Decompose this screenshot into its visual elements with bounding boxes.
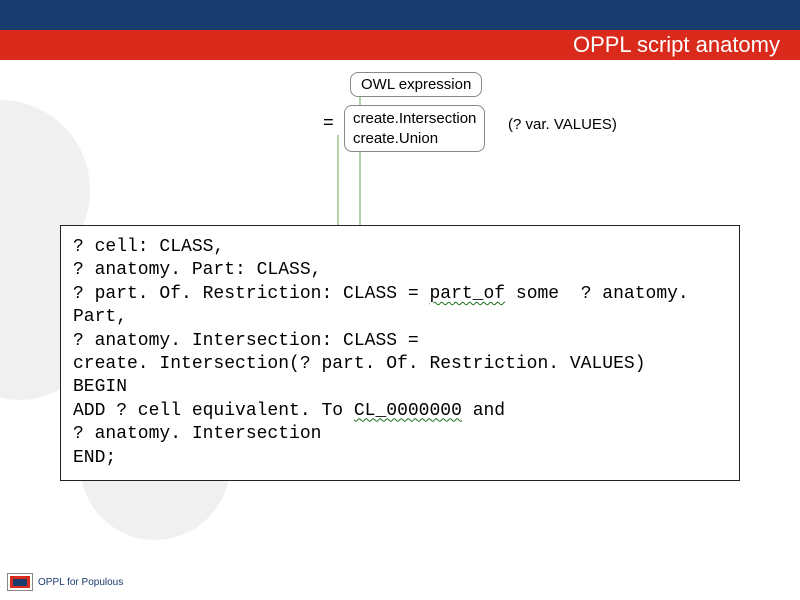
footer-logo-icon bbox=[8, 574, 32, 590]
code-line-8: ? anatomy. Intersection bbox=[73, 423, 727, 446]
annotation-equals: = bbox=[323, 114, 334, 134]
header-red-bar: OPPL script anatomy bbox=[0, 30, 800, 60]
code-l7-cl: CL_0000000 bbox=[354, 401, 462, 421]
annotation-owl-expression: OWL expression bbox=[350, 72, 482, 97]
slide-title: OPPL script anatomy bbox=[573, 32, 780, 58]
annotation-func-union: create.Union bbox=[353, 129, 476, 149]
footer: OPPL for Populous bbox=[8, 574, 123, 590]
annotation-functions-box: create.Intersection create.Union bbox=[344, 105, 485, 152]
code-line-9: END; bbox=[73, 447, 727, 470]
annotation-var-values: (? var. VALUES) bbox=[508, 116, 617, 133]
code-l7c: and bbox=[462, 401, 505, 421]
code-l3-partof: part_of bbox=[429, 284, 505, 304]
code-line-6: BEGIN bbox=[73, 376, 727, 399]
code-line-2: ? anatomy. Part: CLASS, bbox=[73, 259, 727, 282]
code-line-1: ? cell: CLASS, bbox=[73, 236, 727, 259]
code-l3a: ? part. Of. Restriction: CLASS = bbox=[73, 284, 429, 304]
code-l7a: ADD ? cell equivalent. To bbox=[73, 401, 354, 421]
code-line-5: create. Intersection(? part. Of. Restric… bbox=[73, 353, 727, 376]
code-line-4: ? anatomy. Intersection: CLASS = bbox=[73, 330, 727, 353]
code-line-3: ? part. Of. Restriction: CLASS = part_of… bbox=[73, 283, 727, 330]
code-line-7: ADD ? cell equivalent. To CL_0000000 and bbox=[73, 400, 727, 423]
annotation-func-intersection: create.Intersection bbox=[353, 109, 476, 129]
footer-text: OPPL for Populous bbox=[38, 577, 123, 588]
header-blue-bar bbox=[0, 0, 800, 30]
oppl-script-code-box: ? cell: CLASS, ? anatomy. Part: CLASS, ?… bbox=[60, 225, 740, 481]
